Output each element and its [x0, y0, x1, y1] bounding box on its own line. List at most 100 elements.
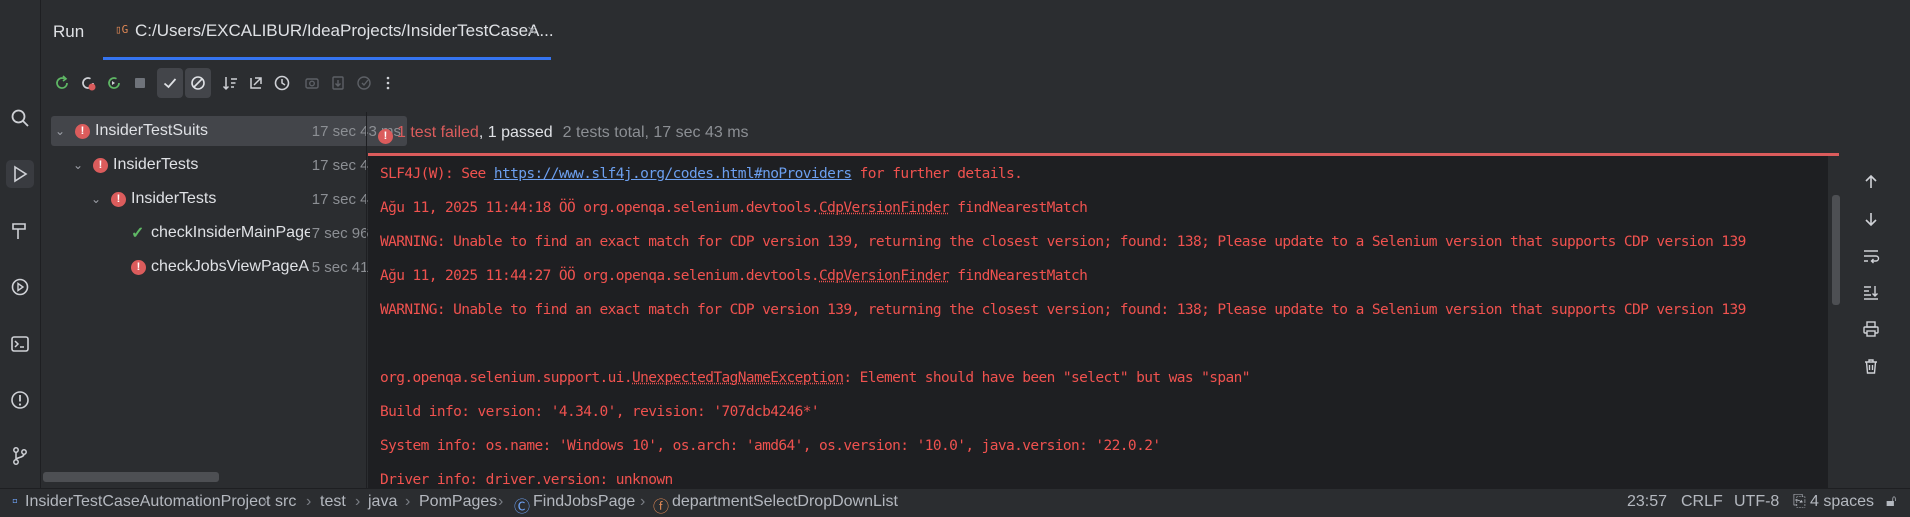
failed-count: 1 test failed: [397, 124, 479, 141]
console-text: Ağu 11, 2025 11:44:27 ÖÖ org.openqa.sele…: [380, 268, 820, 284]
console-actions: [1840, 156, 1910, 488]
run-icon[interactable]: [6, 160, 34, 188]
console-line: Driver info: driver.version: unknown: [380, 472, 673, 488]
error-icon: !: [131, 259, 146, 275]
more-icon[interactable]: [375, 68, 401, 98]
export-icon[interactable]: [325, 68, 351, 98]
indent-setting[interactable]: 4 spaces: [1810, 493, 1874, 511]
error-icon: !: [93, 157, 108, 173]
up-arrow-icon[interactable]: [1860, 171, 1882, 193]
tab-title: C:/Users/EXCALIBUR/IdeaProjects/InsiderT…: [135, 21, 554, 40]
build-hammer-icon[interactable]: [6, 217, 34, 245]
breadcrumb-test[interactable]: test: [320, 493, 346, 511]
chevron-right-icon: ›: [498, 493, 504, 510]
breadcrumb-class[interactable]: FindJobsPage: [533, 493, 635, 511]
tree-node-test[interactable]: ✓ checkInsiderMainPageV 7 sec 968 ms: [51, 218, 407, 248]
activity-bar: [0, 0, 41, 488]
caret-position[interactable]: 23:57: [1627, 493, 1667, 511]
console-text: findNearestMatch: [949, 268, 1088, 284]
breadcrumb-java[interactable]: java: [368, 493, 397, 511]
chevron-down-icon[interactable]: ⌄: [73, 158, 83, 172]
lock-icon[interactable]: 🔓︎: [1886, 493, 1896, 511]
history-icon[interactable]: [269, 68, 295, 98]
down-arrow-icon[interactable]: [1860, 208, 1882, 230]
module-icon: ▫: [12, 493, 18, 510]
console-text: : Element should have been "select" but …: [843, 370, 1250, 386]
file-encoding[interactable]: UTF-8: [1734, 493, 1779, 511]
tree-horizontal-scrollbar[interactable]: [43, 472, 219, 482]
check-icon: ✓: [131, 225, 145, 242]
status-bar: ▫ InsiderTestCaseAutomationProject › src…: [0, 488, 1910, 517]
line-separator[interactable]: CRLF: [1681, 493, 1723, 511]
panel-splitter[interactable]: [366, 112, 367, 488]
soft-wrap-icon[interactable]: [1860, 245, 1882, 267]
console-line: Ağu 11, 2025 11:44:18 ÖÖ org.openqa.sele…: [380, 200, 1088, 216]
toggle-auto-test-icon[interactable]: [101, 68, 127, 98]
stop-icon[interactable]: [127, 68, 153, 98]
tree-node-label: checkInsiderMainPageV: [151, 224, 321, 241]
chevron-right-icon: ›: [355, 493, 361, 510]
tree-node-class[interactable]: ⌄ ! InsiderTests 17 sec 43 ms: [51, 184, 407, 214]
console-output[interactable]: SLF4J(W): See https://www.slf4j.org/code…: [368, 156, 1828, 488]
indent-icon: ⎘: [1793, 493, 1806, 510]
print-icon[interactable]: [1860, 318, 1882, 340]
close-icon[interactable]: ×: [527, 21, 537, 41]
tree-node-label: InsiderTests: [113, 156, 199, 173]
summary-separator: ,: [478, 124, 484, 141]
rerun-icon[interactable]: [49, 68, 75, 98]
tree-node-label: InsiderTests: [131, 190, 217, 207]
console-text: Ağu 11, 2025 11:44:18 ÖÖ org.openqa.sele…: [380, 200, 820, 216]
class-icon: Ⓒ: [514, 499, 531, 516]
console-text: findNearestMatch: [949, 200, 1088, 216]
console-header: ! 1 test failed, 1 passed 2 tests total, 1…: [368, 116, 1840, 152]
total-summary: 2 tests total, 17 sec 43 ms: [562, 124, 749, 141]
problems-icon[interactable]: [6, 386, 34, 414]
console-line: WARNING: Unable to find an exact match f…: [380, 302, 1746, 318]
console-text: for further details.: [851, 166, 1023, 182]
collapse-icon[interactable]: [243, 68, 269, 98]
breadcrumb-package[interactable]: PomPages: [419, 493, 497, 511]
console-class-ref[interactable]: UnexpectedTagNameException: [632, 370, 844, 386]
services-icon[interactable]: [6, 273, 34, 301]
breadcrumb-project[interactable]: InsiderTestCaseAutomationProject: [25, 493, 270, 511]
rerun-failed-icon[interactable]: [75, 68, 101, 98]
import-icon[interactable]: [351, 68, 377, 98]
run-tab-bar: Run ▯G C:/Users/EXCALIBUR/IdeaProjects/I…: [41, 0, 1910, 60]
tree-node-label: InsiderTestSuits: [95, 122, 208, 139]
show-passed-icon[interactable]: [157, 68, 183, 98]
console-text: SLF4J(W): See: [380, 166, 494, 182]
passed-count: 1 passed: [487, 124, 553, 141]
console-link[interactable]: https://www.slf4j.org/codes.html#noProvi…: [494, 166, 852, 182]
console-line: Ağu 11, 2025 11:44:27 ÖÖ org.openqa.sele…: [380, 268, 1088, 284]
chevron-right-icon: ›: [306, 493, 312, 510]
tree-node-test[interactable]: ! checkJobsViewPageAnd 5 sec 410 ms: [51, 252, 407, 282]
trash-icon[interactable]: [1860, 355, 1882, 377]
console-class-ref[interactable]: CdpVersionFinder: [819, 268, 950, 284]
tree-node-suite[interactable]: ⌄ ! InsiderTestSuits 17 sec 43 ms: [51, 116, 407, 146]
search-icon[interactable]: [6, 104, 34, 132]
chevron-down-icon[interactable]: ⌄: [91, 192, 101, 206]
chevron-right-icon: ›: [405, 493, 411, 510]
sort-icon[interactable]: [217, 68, 243, 98]
error-icon: !: [378, 128, 393, 144]
error-icon: !: [111, 191, 126, 207]
console-line: Build info: version: '4.34.0', revision:…: [380, 404, 820, 420]
console-line: WARNING: Unable to find an exact match f…: [380, 234, 1746, 250]
test-config-icon: ▯G: [115, 23, 129, 36]
test-runner-toolbar: [41, 68, 461, 100]
console-line: org.openqa.selenium.support.ui.Unexpecte…: [380, 370, 1251, 386]
run-configuration-tab[interactable]: ▯G C:/Users/EXCALIBUR/IdeaProjects/Insid…: [103, 10, 554, 60]
run-panel-title: Run: [53, 22, 85, 41]
screenshot-icon[interactable]: [299, 68, 325, 98]
console-vertical-scrollbar[interactable]: [1832, 195, 1840, 305]
terminal-icon[interactable]: [6, 330, 34, 358]
console-line: SLF4J(W): See https://www.slf4j.org/code…: [380, 166, 1023, 182]
console-class-ref[interactable]: CdpVersionFinder: [819, 200, 950, 216]
chevron-down-icon[interactable]: ⌄: [55, 124, 65, 138]
git-icon[interactable]: [6, 442, 34, 470]
tree-node-class[interactable]: ⌄ ! InsiderTests 17 sec 43 ms: [51, 150, 407, 180]
scroll-to-end-icon[interactable]: [1860, 281, 1882, 303]
breadcrumb-field[interactable]: departmentSelectDropDownList: [672, 493, 898, 511]
show-ignored-icon[interactable]: [185, 68, 211, 98]
breadcrumb-src[interactable]: src: [275, 493, 296, 511]
